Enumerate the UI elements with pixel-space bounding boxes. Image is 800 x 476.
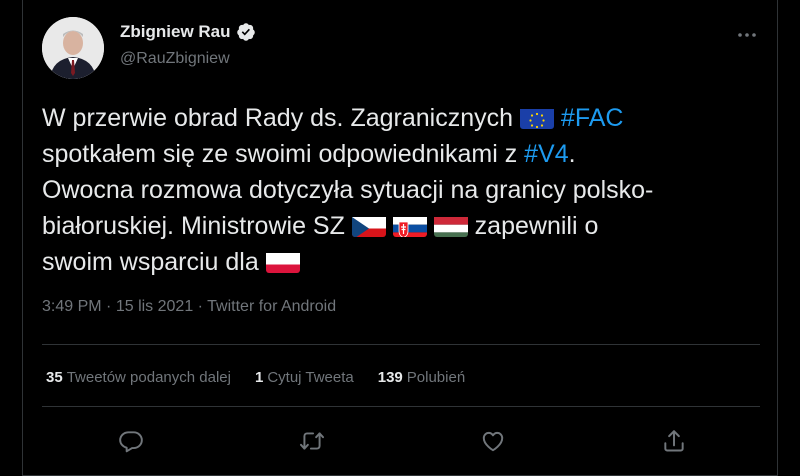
slovak-flag-icon [392, 214, 427, 237]
reply-icon[interactable] [118, 428, 144, 454]
tweet-actions [23, 428, 779, 458]
retweets-label: Tweetów podanych dalej [66, 369, 231, 386]
hungarian-flag-icon [433, 214, 468, 237]
divider-bottom [42, 406, 760, 407]
author-handle[interactable]: @RauZbigniew [120, 50, 230, 68]
tweet-text-line3: Owocna rozmowa dotyczyła sytuacji na gra… [42, 176, 654, 204]
tweet-text-line2-end: . [568, 140, 576, 168]
quotes-stat[interactable]: 1 Cytuj Tweeta [255, 369, 354, 386]
tweet-source[interactable]: Twitter for Android [207, 298, 336, 315]
tweet-text-line5: swoim wsparciu dla [42, 248, 266, 276]
tweet-text-line4-end: zapewnili o [467, 212, 599, 240]
likes-count: 139 [377, 369, 403, 386]
tweet-meta: 3:49 PM · 15 lis 2021 · Twitter for Andr… [42, 298, 336, 316]
quotes-label: Cytuj Tweeta [267, 369, 354, 386]
tweet-text-line4: białoruskiej. Ministrowie SZ [42, 212, 352, 240]
author-name-row: Zbigniew Rau [120, 22, 256, 42]
retweets-count: 35 [46, 369, 63, 386]
likes-label: Polubień [406, 369, 466, 386]
share-icon[interactable] [661, 428, 687, 454]
tweet-time[interactable]: 3:49 PM [42, 298, 102, 315]
avatar-photo [42, 17, 104, 79]
meta-separator: · [197, 298, 203, 315]
tweet-text-line1: W przerwie obrad Rady ds. Zagranicznych [42, 104, 520, 132]
hashtag-fac-link[interactable]: #FAC [561, 104, 624, 132]
czech-flag-icon [351, 214, 386, 237]
tweet-text-line2: spotkałem się ze swoimi odpowiednikami z [42, 140, 525, 168]
author-name[interactable]: Zbigniew Rau [120, 22, 231, 42]
tweet-text: W przerwie obrad Rady ds. Zagranicznych … [42, 100, 762, 280]
quotes-count: 1 [254, 369, 264, 386]
likes-stat[interactable]: 139 Polubień [378, 369, 465, 386]
like-icon[interactable] [480, 428, 506, 454]
tweet-stats: 35 Tweetów podanych dalej 1 Cytuj Tweeta 1… [46, 369, 489, 386]
divider-top [42, 344, 760, 345]
tweet-card: Zbigniew Rau @RauZbigniew W przerwie obr… [22, 0, 778, 476]
meta-separator: · [106, 298, 112, 315]
avatar[interactable] [42, 17, 104, 79]
more-options-icon[interactable] [736, 25, 758, 45]
polish-flag-icon [265, 250, 300, 273]
eu-flag-icon [519, 106, 554, 129]
retweet-icon[interactable] [299, 428, 325, 454]
verified-badge-icon [236, 22, 256, 42]
hashtag-v4-link[interactable]: #V4 [524, 140, 568, 168]
tweet-date[interactable]: 15 lis 2021 [116, 298, 193, 315]
retweets-stat[interactable]: 35 Tweetów podanych dalej [46, 369, 231, 386]
